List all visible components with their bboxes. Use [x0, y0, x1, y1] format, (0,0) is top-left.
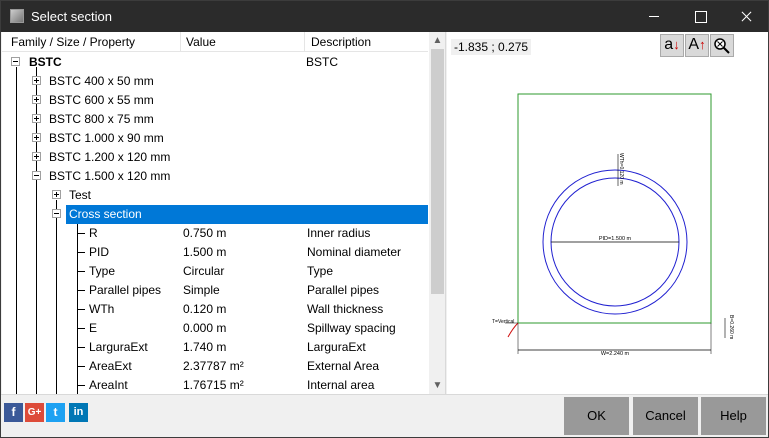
- property-row[interactable]: Parallel pipes Simple Parallel pipes: [2, 281, 428, 300]
- size-label: BSTC 400 x 50 mm: [49, 74, 154, 88]
- title-bar: Select section: [1, 1, 768, 32]
- ok-button[interactable]: OK: [564, 397, 629, 435]
- property-value: 0.750 m: [183, 226, 227, 240]
- tree-row-test[interactable]: Test: [2, 186, 428, 205]
- property-description: Nominal diameter: [307, 245, 402, 259]
- app-icon: [10, 9, 24, 23]
- google-plus-icon[interactable]: G+: [25, 403, 44, 422]
- property-description: External Area: [307, 359, 380, 373]
- property-row[interactable]: R 0.750 m Inner radius: [2, 224, 428, 243]
- property-name: LarguraExt: [89, 340, 148, 354]
- tree-root-label: BSTC: [29, 55, 62, 69]
- expand-icon[interactable]: [32, 76, 41, 85]
- section-preview: -1.835 ; 0.275 a↓ A↑ PID=1.500 m WTh=0.1…: [447, 32, 768, 394]
- tree-row-size[interactable]: BSTC 800 x 75 mm: [2, 110, 428, 129]
- property-description: LarguraExt: [307, 340, 366, 354]
- twitter-icon[interactable]: t: [46, 403, 65, 422]
- section-tree: Family / Size / Property Value Descripti…: [2, 32, 446, 394]
- property-name: AreaInt: [89, 378, 128, 392]
- collapse-icon[interactable]: [32, 171, 41, 180]
- property-row[interactable]: LarguraExt 1.740 m LarguraExt: [2, 338, 428, 357]
- size-label: BSTC 600 x 55 mm: [49, 93, 154, 107]
- property-name: PID: [89, 245, 110, 259]
- wth-label: WTh=0.120 m: [618, 153, 624, 185]
- tree-row-cross-section[interactable]: Cross section: [2, 205, 428, 224]
- column-header-family[interactable]: Family / Size / Property: [11, 35, 135, 49]
- property-row[interactable]: E 0.000 m Spillway spacing: [2, 319, 428, 338]
- property-value: 0.120 m: [183, 302, 227, 316]
- column-header-description[interactable]: Description: [311, 35, 371, 49]
- expand-icon[interactable]: [52, 190, 61, 199]
- size-label: BSTC 1.000 x 90 mm: [49, 131, 164, 145]
- cancel-button[interactable]: Cancel: [633, 397, 698, 435]
- property-value: 2.37787 m²: [183, 359, 244, 373]
- pid-label: PID=1.500 m: [599, 236, 632, 242]
- tree-row-size[interactable]: BSTC 400 x 50 mm: [2, 72, 428, 91]
- property-description: Spillway spacing: [307, 321, 396, 335]
- scroll-down-icon[interactable]: ▼: [429, 377, 445, 394]
- expand-icon[interactable]: [32, 133, 41, 142]
- size-label: BSTC 800 x 75 mm: [49, 112, 154, 126]
- width-label: W=2.240 m: [601, 351, 630, 357]
- property-name: R: [89, 226, 98, 240]
- property-value: 0.000 m: [183, 321, 227, 335]
- size-label: BSTC 1.200 x 120 mm: [49, 150, 171, 164]
- maximize-button[interactable]: [677, 1, 723, 32]
- linkedin-icon[interactable]: in: [69, 403, 88, 422]
- select-section-window: Select section Family / Size / Property …: [0, 0, 769, 438]
- property-description: Wall thickness: [307, 302, 384, 316]
- tree-row-size[interactable]: BSTC 1.000 x 90 mm: [2, 129, 428, 148]
- property-value: Simple: [183, 283, 220, 297]
- scroll-thumb[interactable]: [431, 49, 444, 294]
- column-header-value[interactable]: Value: [186, 35, 216, 49]
- column-separator[interactable]: [180, 32, 181, 52]
- minimize-button[interactable]: [631, 1, 677, 32]
- property-row[interactable]: WTh 0.120 m Wall thickness: [2, 300, 428, 319]
- property-name: WTh: [89, 302, 115, 316]
- t-angle-arc: [507, 322, 519, 338]
- tree-header: Family / Size / Property Value Descripti…: [2, 32, 428, 52]
- close-button[interactable]: [723, 1, 769, 32]
- facebook-icon[interactable]: f: [4, 403, 23, 422]
- tree-row-size[interactable]: BSTC 1.200 x 120 mm: [2, 148, 428, 167]
- tree-row-size[interactable]: BSTC 600 x 55 mm: [2, 91, 428, 110]
- t-label: T=Vertical: [492, 319, 514, 325]
- size-label: BSTC 1.500 x 120 mm: [49, 169, 171, 183]
- b-label: B=0.260 m: [728, 315, 734, 339]
- help-button[interactable]: Help: [701, 397, 766, 435]
- property-value: Circular: [183, 264, 225, 278]
- expand-icon[interactable]: [32, 95, 41, 104]
- window-title: Select section: [31, 9, 112, 24]
- property-description: Parallel pipes: [307, 283, 380, 297]
- column-separator[interactable]: [304, 32, 305, 52]
- tree-root-description: BSTC: [306, 55, 339, 69]
- property-value: 1.76715 m²: [183, 378, 244, 392]
- tree-row-root[interactable]: BSTC BSTC: [2, 53, 428, 72]
- collapse-icon[interactable]: [52, 209, 61, 218]
- property-name: AreaExt: [89, 359, 132, 373]
- property-name: E: [89, 321, 98, 335]
- property-row[interactable]: AreaExt 2.37787 m² External Area: [2, 357, 428, 376]
- property-name: Parallel pipes: [89, 283, 162, 297]
- section-frame: [517, 93, 712, 324]
- dialog-footer: f G+ t in OK Cancel Help: [1, 394, 768, 437]
- property-row[interactable]: Type Circular Type: [2, 262, 428, 281]
- property-row[interactable]: PID 1.500 m Nominal diameter: [2, 243, 428, 262]
- collapse-icon[interactable]: [11, 57, 20, 66]
- cross-section-label: Cross section: [69, 207, 142, 221]
- property-description: Internal area: [307, 378, 375, 392]
- scroll-up-icon[interactable]: ▲: [429, 32, 445, 49]
- expand-icon[interactable]: [32, 114, 41, 123]
- tree-row-size[interactable]: BSTC 1.500 x 120 mm: [2, 167, 428, 186]
- property-value: 1.500 m: [183, 245, 227, 259]
- property-name: Type: [89, 264, 116, 278]
- property-description: Inner radius: [307, 226, 371, 240]
- property-value: 1.740 m: [183, 340, 227, 354]
- section-drawing: PID=1.500 m WTh=0.120 m W=2.240 m B=0.26…: [492, 93, 734, 357]
- tree-scrollbar[interactable]: ▲ ▼: [429, 32, 445, 394]
- expand-icon[interactable]: [32, 152, 41, 161]
- property-description: Type: [307, 264, 334, 278]
- property-row[interactable]: AreaInt 1.76715 m² Internal area: [2, 376, 428, 394]
- test-label: Test: [69, 188, 92, 202]
